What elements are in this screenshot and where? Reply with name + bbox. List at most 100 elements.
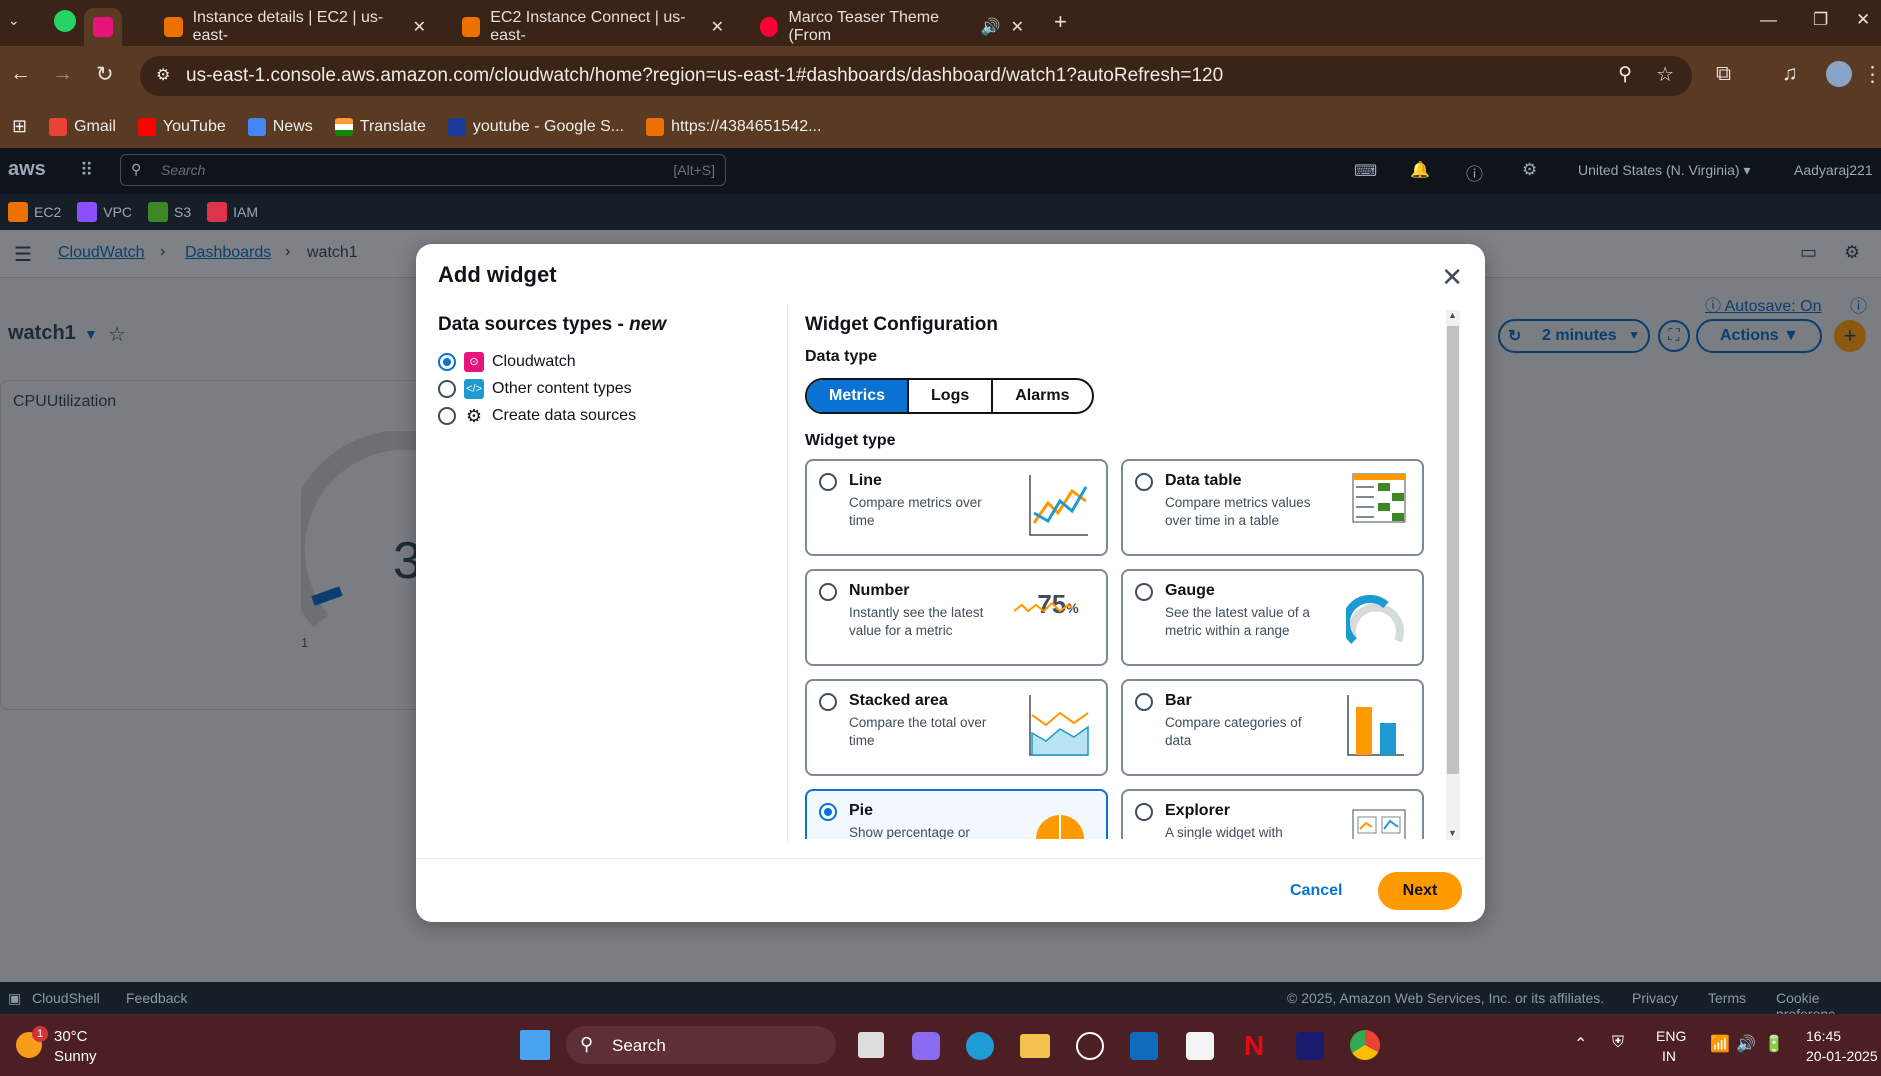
radio[interactable]	[1135, 693, 1153, 711]
clock-date[interactable]: 20-01-2025	[1806, 1048, 1878, 1064]
apps-grid-icon[interactable]: ⊞	[12, 116, 27, 137]
service-s3[interactable]: S3	[148, 202, 191, 222]
scroll-down-icon[interactable]: ▼	[1448, 828, 1457, 838]
favorite-star-icon[interactable]: ☆	[108, 322, 126, 347]
source-other-content[interactable]: </> Other content types	[438, 379, 632, 399]
tab-ec2-connect[interactable]: EC2 Instance Connect | us-east- ✕	[448, 8, 738, 46]
scroll-up-icon[interactable]: ▲	[1448, 310, 1457, 320]
region-selector[interactable]: United States (N. Virginia) ▾	[1578, 162, 1751, 179]
bookmark-gmail[interactable]: Gmail	[49, 117, 116, 136]
breadcrumb-dashboards[interactable]: Dashboards	[185, 244, 271, 262]
new-tab-icon[interactable]: +	[1054, 9, 1067, 35]
segment-metrics[interactable]: Metrics	[807, 380, 910, 412]
url-field[interactable]: ⚙ us-east-1.console.aws.amazon.com/cloud…	[140, 56, 1692, 96]
bookmark-news[interactable]: News	[247, 117, 313, 136]
cloudshell-link[interactable]: CloudShell	[32, 990, 100, 1006]
service-vpc[interactable]: VPC	[77, 202, 132, 222]
breadcrumb-cloudwatch[interactable]: CloudWatch	[58, 244, 145, 262]
profile-avatar[interactable]	[1826, 61, 1852, 87]
source-cloudwatch[interactable]: ⊙ Cloudwatch	[438, 352, 576, 372]
close-icon[interactable]: ✕	[711, 17, 724, 37]
amazon-music-icon[interactable]	[1296, 1032, 1324, 1060]
site-info-icon[interactable]: ⚙	[156, 65, 170, 85]
scrollbar-thumb[interactable]	[1447, 326, 1459, 774]
bookmark-youtube-google[interactable]: youtube - Google S...	[447, 117, 624, 136]
autosave-link[interactable]: ⓘ Autosave: On	[1705, 292, 1822, 316]
caret-down-icon[interactable]: ▼	[84, 326, 98, 342]
store-icon[interactable]	[1186, 1032, 1214, 1060]
back-icon[interactable]: ←	[10, 62, 31, 86]
radio[interactable]	[1135, 473, 1153, 491]
add-widget-icon[interactable]: +	[1834, 320, 1866, 352]
tab-list-icon[interactable]: ⌄	[8, 12, 20, 29]
service-ec2[interactable]: EC2	[8, 202, 61, 222]
feedback-link[interactable]: Feedback	[126, 990, 187, 1006]
forward-icon[interactable]: →	[52, 62, 73, 86]
tab-marco-teaser[interactable]: Marco Teaser Theme (From 🔊 ✕	[746, 8, 1038, 46]
tab-instance-details[interactable]: Instance details | EC2 | us-east- ✕	[150, 8, 440, 46]
bookmark-youtube[interactable]: YouTube	[137, 117, 226, 136]
account-menu[interactable]: Aadyaraj221	[1794, 162, 1873, 178]
next-button[interactable]: Next	[1378, 872, 1462, 910]
radio[interactable]	[819, 473, 837, 491]
widget-type-line[interactable]: Line Compare metrics over time	[805, 459, 1108, 556]
language-indicator[interactable]: ENG	[1656, 1028, 1686, 1044]
widget-type-bar[interactable]: Bar Compare categories of data	[1121, 679, 1424, 776]
radio[interactable]	[438, 380, 456, 398]
radio-selected[interactable]	[438, 353, 456, 371]
hamburger-menu-icon[interactable]: ☰	[14, 242, 32, 267]
extensions-icon[interactable]: ⧉	[1716, 62, 1731, 86]
fullscreen-icon[interactable]: ⛶	[1658, 320, 1690, 352]
segment-logs[interactable]: Logs	[909, 380, 994, 412]
aws-logo[interactable]: aws	[8, 158, 46, 181]
gear-icon[interactable]: ⚙	[1522, 160, 1537, 180]
radio-selected[interactable]	[819, 803, 837, 821]
task-view-icon[interactable]	[858, 1032, 884, 1058]
battery-icon[interactable]: 🔋	[1764, 1034, 1784, 1054]
refresh-interval-button[interactable]: ↻ 2 minutes ▼	[1498, 319, 1650, 353]
widget-type-number[interactable]: Number Instantly see the latest value fo…	[805, 569, 1108, 666]
dell-icon[interactable]	[1076, 1032, 1104, 1060]
radio[interactable]	[819, 583, 837, 601]
security-shield-icon[interactable]: ⛨	[1612, 1034, 1624, 1052]
terms-link[interactable]: Terms	[1708, 990, 1746, 1006]
close-icon[interactable]: ✕	[1441, 262, 1463, 293]
help-icon[interactable]: ⓘ	[1466, 160, 1483, 185]
wifi-icon[interactable]: 📶	[1710, 1034, 1730, 1054]
taskbar-search[interactable]: ⚲ Search	[566, 1026, 836, 1064]
radio[interactable]	[438, 407, 456, 425]
widget-type-stacked-area[interactable]: Stacked area Compare the total over time	[805, 679, 1108, 776]
radio[interactable]	[1135, 583, 1153, 601]
volume-icon[interactable]: 🔊	[1736, 1034, 1756, 1054]
config-scrollbar[interactable]: ▲ ▼	[1446, 310, 1460, 840]
bookmark-star-icon[interactable]: ☆	[1656, 62, 1674, 87]
edge-icon[interactable]	[966, 1032, 994, 1060]
close-icon[interactable]: ✕	[1011, 17, 1024, 37]
radio[interactable]	[1135, 803, 1153, 821]
zoom-icon[interactable]: ⚲	[1618, 63, 1632, 86]
speaker-icon[interactable]: 🔊	[981, 17, 1001, 37]
info-icon[interactable]: ⓘ	[1850, 292, 1867, 317]
bell-icon[interactable]: 🔔	[1410, 160, 1430, 180]
widget-type-gauge[interactable]: Gauge See the latest value of a metric w…	[1121, 569, 1424, 666]
segment-alarms[interactable]: Alarms	[993, 380, 1091, 412]
netflix-icon[interactable]: N	[1244, 1030, 1264, 1062]
minimize-icon[interactable]: —	[1760, 10, 1777, 30]
widget-type-data-table[interactable]: Data table Compare metrics values over t…	[1121, 459, 1424, 556]
window-close-icon[interactable]: ✕	[1856, 10, 1870, 30]
cloudwatch-pinned-tab[interactable]	[84, 8, 122, 46]
close-icon[interactable]: ✕	[413, 17, 426, 37]
restore-icon[interactable]: ❐	[1813, 10, 1828, 30]
bookmark-aws-link[interactable]: https://4384651542...	[646, 117, 821, 136]
services-grid-icon[interactable]: ⠿	[80, 160, 93, 181]
bookmark-translate[interactable]: Translate	[334, 117, 426, 136]
windows-start-icon[interactable]	[520, 1030, 550, 1060]
screen-icon[interactable]: ▭	[1800, 242, 1817, 263]
file-explorer-icon[interactable]	[1020, 1034, 1050, 1058]
widget-type-pie[interactable]: Pie Show percentage or	[805, 789, 1108, 839]
radio[interactable]	[819, 693, 837, 711]
widget-type-explorer[interactable]: Explorer A single widget with	[1121, 789, 1424, 839]
source-create-data[interactable]: ⚙ Create data sources	[438, 406, 636, 426]
cancel-button[interactable]: Cancel	[1278, 874, 1354, 908]
service-iam[interactable]: IAM	[207, 202, 258, 222]
